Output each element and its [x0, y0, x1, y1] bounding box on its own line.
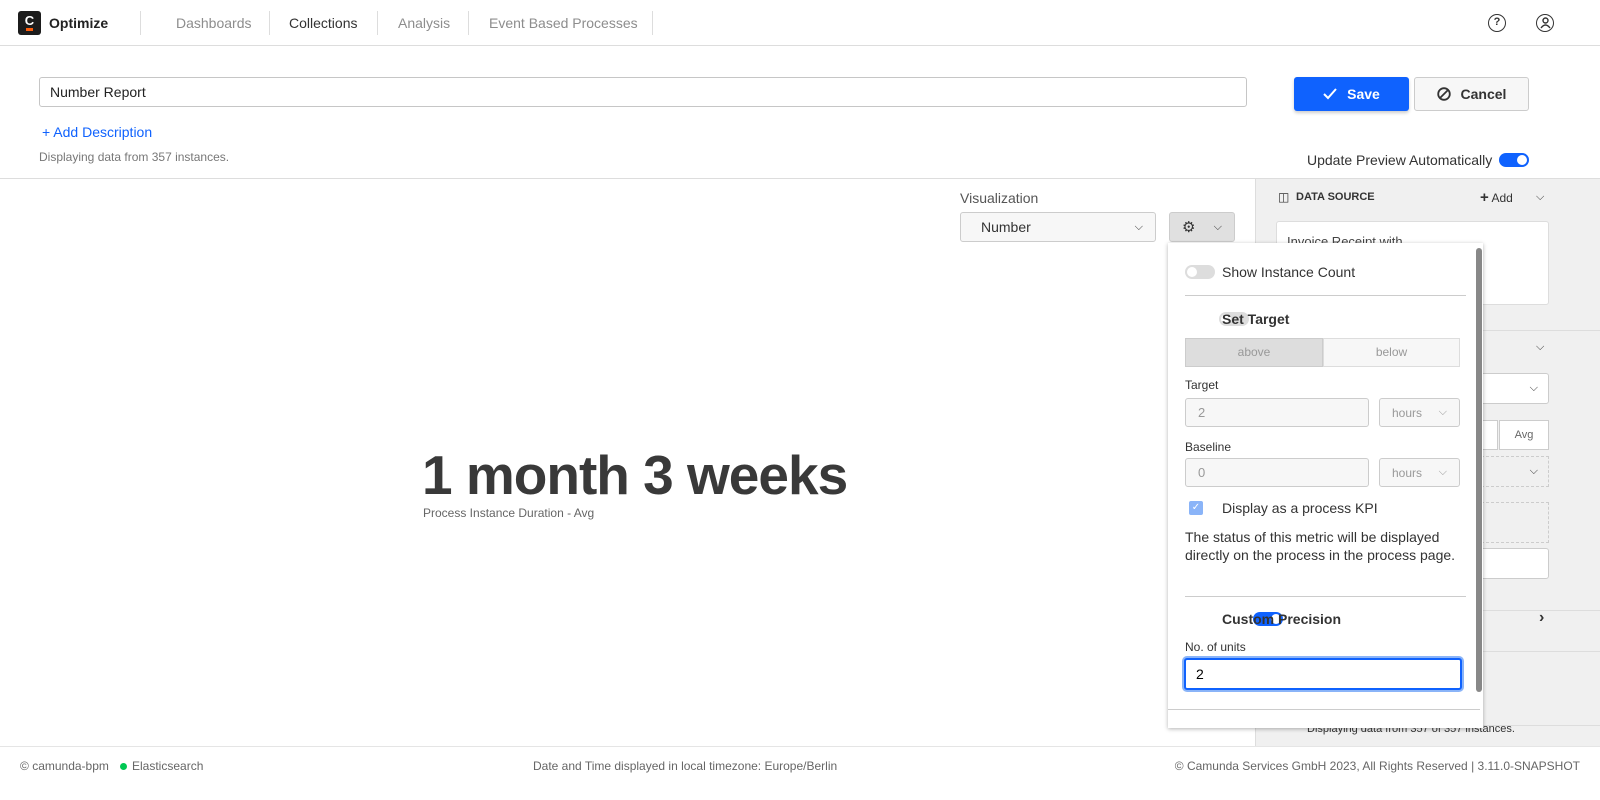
chevron-down-icon: ⌵	[1213, 220, 1222, 233]
target-unit-select[interactable]: hours ⌵	[1379, 398, 1460, 427]
nav-event-based-processes[interactable]: Event Based Processes	[489, 15, 638, 31]
visualization-label: Visualization	[960, 190, 1039, 206]
units-input[interactable]	[1184, 658, 1462, 690]
timezone-info: Date and Time displayed in local timezon…	[533, 759, 838, 773]
nav-divider	[269, 11, 270, 35]
nav-collections[interactable]: Collections	[289, 15, 357, 31]
copyright: © Camunda Services GmbH 2023, All Rights…	[1174, 759, 1580, 773]
nav-divider	[140, 11, 141, 35]
chevron-down-icon: ⌵	[1438, 406, 1447, 418]
gear-icon: ⚙	[1182, 219, 1196, 236]
target-below-button[interactable]: below	[1323, 338, 1460, 367]
nav-divider	[652, 11, 653, 35]
database-icon: ◫	[1278, 190, 1290, 204]
nav-dashboards[interactable]: Dashboards	[176, 15, 252, 31]
chevron-right-icon[interactable]: ›	[1539, 609, 1544, 627]
chevron-down-icon: ⌵	[1134, 220, 1143, 233]
report-name-input[interactable]	[39, 77, 1247, 107]
nav-divider	[377, 11, 378, 35]
units-label: No. of units	[1185, 640, 1246, 654]
chevron-down-icon: ⌵	[1529, 465, 1538, 477]
user-icon[interactable]	[1536, 14, 1554, 32]
chevron-down-icon[interactable]: ⌵	[1536, 341, 1544, 354]
chevron-down-icon: ⌵	[1438, 466, 1447, 478]
kpi-label: Display as a process KPI	[1222, 500, 1378, 516]
status-dot-icon	[120, 763, 127, 770]
check-icon	[1323, 88, 1337, 100]
target-unit-value: hours	[1392, 405, 1423, 420]
nav-analysis[interactable]: Analysis	[398, 15, 450, 31]
cancel-icon	[1436, 87, 1451, 101]
app-brand[interactable]: Optimize	[49, 15, 108, 31]
target-above-button[interactable]: above	[1185, 338, 1323, 367]
save-button[interactable]: Save	[1294, 77, 1409, 111]
add-data-source-button[interactable]: + Add	[1480, 189, 1513, 206]
divider	[1185, 295, 1466, 296]
configuration-popover: Show Instance Count Set Target above bel…	[1168, 243, 1483, 728]
baseline-unit-select[interactable]: hours ⌵	[1379, 458, 1460, 487]
show-instance-count-toggle[interactable]	[1185, 265, 1215, 279]
add-description-link[interactable]: + Add Description	[42, 124, 152, 140]
divider	[1168, 709, 1480, 710]
engine-status: © camunda-bpm	[20, 759, 109, 773]
engine-name: camunda-bpm	[32, 759, 109, 773]
report-number-value: 1 month 3 weeks	[422, 444, 848, 506]
chevron-down-icon: ⌵	[1529, 382, 1538, 394]
target-input[interactable]: 2	[1185, 398, 1369, 427]
configuration-button[interactable]: ⚙ ⌵	[1169, 212, 1235, 242]
target-label: Target	[1185, 378, 1219, 392]
kpi-checkbox[interactable]: ✓	[1189, 501, 1203, 515]
aggregation-avg-button[interactable]: Avg	[1499, 420, 1549, 450]
update-preview-label: Update Preview Automatically	[1307, 152, 1493, 168]
footer: © camunda-bpm Elasticsearch Date and Tim…	[0, 746, 1600, 800]
data-source-title: DATA SOURCE	[1296, 191, 1375, 203]
cancel-button[interactable]: Cancel	[1414, 77, 1529, 111]
report-number-caption: Process Instance Duration - Avg	[423, 506, 595, 520]
top-navigation: C Optimize Dashboards Collections Analys…	[0, 0, 1600, 46]
set-target-label: Set Target	[1222, 311, 1290, 327]
chevron-down-icon[interactable]: ⌵	[1536, 191, 1544, 204]
add-label: Add	[1491, 191, 1513, 205]
database-status: Elasticsearch	[132, 759, 204, 773]
visualization-value: Number	[981, 219, 1031, 235]
show-instance-count-label: Show Instance Count	[1222, 264, 1356, 280]
popover-scrollbar[interactable]	[1476, 248, 1482, 692]
instances-info: Displaying data from 357 instances.	[39, 150, 230, 164]
visualization-select[interactable]: Number ⌵	[960, 212, 1156, 242]
divider	[1185, 596, 1466, 597]
help-icon[interactable]: ?	[1488, 14, 1506, 32]
save-label: Save	[1347, 86, 1380, 102]
nav-divider	[468, 11, 469, 35]
custom-precision-label: Custom Precision	[1222, 611, 1342, 627]
baseline-label: Baseline	[1185, 440, 1232, 454]
baseline-input[interactable]: 0	[1185, 458, 1369, 487]
update-preview-toggle[interactable]	[1499, 153, 1529, 167]
camunda-logo[interactable]: C	[18, 11, 41, 35]
cancel-label: Cancel	[1460, 86, 1507, 102]
baseline-unit-value: hours	[1392, 465, 1423, 480]
kpi-help-text: The status of this metric will be displa…	[1185, 529, 1456, 563]
